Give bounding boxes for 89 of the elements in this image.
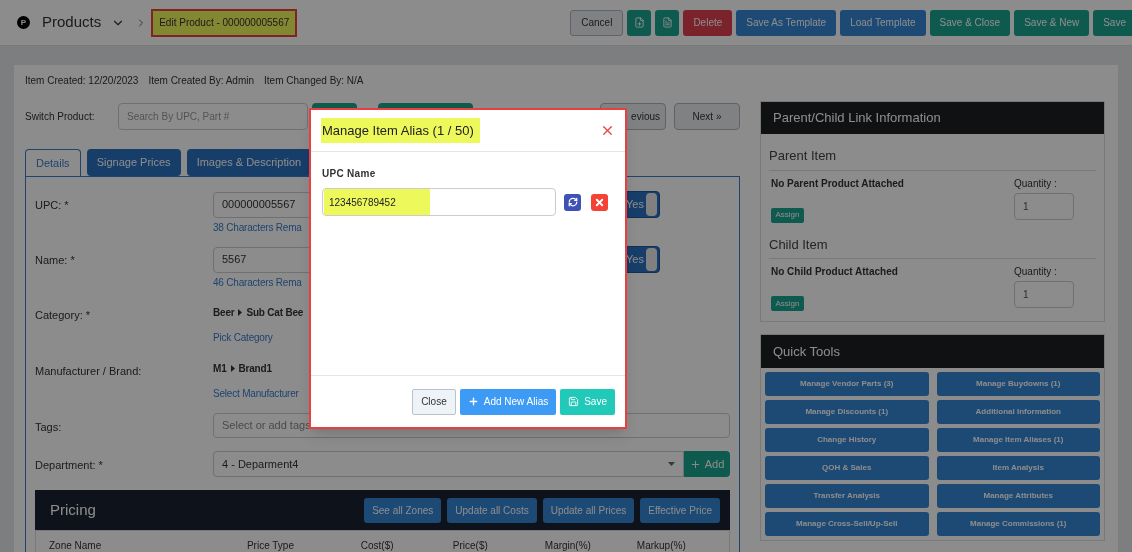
quick-tool-button[interactable]: Manage Buydowns (1) xyxy=(936,372,1100,396)
upc-name-field[interactable]: 123456789452 xyxy=(322,188,556,216)
quick-tool-button[interactable]: Change History xyxy=(765,428,929,452)
quick-tool-button[interactable]: Manage Item Aliases (1) xyxy=(936,428,1100,452)
pricing-button[interactable]: Effective Price xyxy=(640,497,720,523)
quick-tool-button[interactable]: Item Analysis xyxy=(936,456,1100,480)
tab[interactable]: Images & Description xyxy=(186,149,312,176)
quick-tool-button[interactable]: Manage Attributes xyxy=(936,484,1100,508)
action-button[interactable]: Delete xyxy=(683,9,733,36)
action-button[interactable]: Save & Close xyxy=(929,9,1011,36)
quick-tool-button[interactable]: Manage Discounts (1) xyxy=(765,400,929,424)
field-label: Category: * xyxy=(35,308,92,323)
section-title: Parent Item xyxy=(769,134,1096,171)
column-header: Markup(%) xyxy=(636,538,687,552)
path-part: Sub Cat Bee xyxy=(246,306,304,320)
logo: P xyxy=(17,16,30,29)
action-button[interactable]: Save xyxy=(1093,9,1132,36)
quick-tool-button[interactable]: Additional Information xyxy=(936,400,1100,424)
caret-right-icon xyxy=(230,365,235,372)
pricing-button[interactable]: Update all Costs xyxy=(447,497,537,523)
characters-remaining-hint: 38 Characters Rema xyxy=(213,221,303,235)
column-header: Price Type xyxy=(246,538,295,552)
panel-header: Quick Tools xyxy=(761,335,1104,368)
action-button[interactable]: Load Template xyxy=(840,9,926,36)
quick-tool-button[interactable]: Transfer Analysis xyxy=(765,484,929,508)
quick-tool-button[interactable]: Manage Vendor Parts (3) xyxy=(765,372,929,396)
path-part: Brand1 xyxy=(238,362,272,376)
save-button[interactable]: Save xyxy=(560,388,615,415)
item-meta: Item Changed By: N/A xyxy=(264,74,364,88)
pricing-header: Pricing See all Zones Update all Costs Update all Prices Effective Price xyxy=(35,490,730,530)
field-label: Switch Product: xyxy=(25,110,96,124)
field-label: Department: * xyxy=(35,458,104,473)
tab[interactable]: Details xyxy=(25,149,81,176)
quick-tool-button[interactable]: Manage Commissions (1) xyxy=(936,512,1100,536)
caret-right-icon xyxy=(238,309,243,316)
breadcrumb: Edit Product - 000000005567 xyxy=(151,8,298,37)
column-header: Cost($) xyxy=(360,538,395,552)
link[interactable]: Select Manufacturer xyxy=(213,386,299,401)
action-button[interactable]: Cancel xyxy=(570,9,624,36)
quick-tool-button[interactable]: Manage Cross-Sell/Up-Sell xyxy=(765,512,929,536)
refresh-button[interactable] xyxy=(564,193,581,211)
quick-tool-button[interactable]: QOH & Sales xyxy=(765,456,929,480)
item-meta: Item Created By: Admin xyxy=(148,74,255,88)
field-label: UPC Name xyxy=(322,167,377,181)
modal-title: Manage Item Alias (1 / 50) xyxy=(321,117,480,144)
field-label: UPC: * xyxy=(35,198,70,213)
section-title: Child Item xyxy=(769,222,1096,259)
refresh-icon xyxy=(567,197,578,207)
field-label: Manufacturer / Brand: xyxy=(35,364,143,379)
field-label: Name: * xyxy=(35,253,76,268)
tab[interactable]: Signage Prices xyxy=(86,149,181,176)
path-part: M1 xyxy=(213,362,227,376)
file-icon xyxy=(661,17,673,28)
empty-message: No Child Product Attached xyxy=(771,265,898,279)
quantity-label: Quantity : xyxy=(1014,265,1058,279)
pricing-button[interactable]: Update all Prices xyxy=(542,497,635,523)
section-title[interactable]: Products xyxy=(42,11,102,34)
column-header: Price($) xyxy=(452,538,489,552)
quantity-label: Quantity : xyxy=(1014,176,1058,191)
assign-button[interactable]: Assign xyxy=(771,207,804,223)
assign-button[interactable]: Assign xyxy=(771,296,804,311)
link[interactable]: Pick Category xyxy=(213,330,304,345)
quantity-field[interactable]: 1 xyxy=(1014,281,1074,308)
empty-message: No Parent Product Attached xyxy=(771,176,904,191)
item-meta: Item Created: 12/20/2023 xyxy=(25,74,139,88)
department-select[interactable]: 4 - Deparment4 xyxy=(213,451,684,477)
characters-remaining-hint: 46 Characters Rema xyxy=(213,276,303,290)
document-button[interactable] xyxy=(627,9,652,36)
add-alias-button[interactable]: Add New Alias xyxy=(459,388,557,415)
close-icon xyxy=(594,196,605,208)
action-button[interactable]: Save & New xyxy=(1014,9,1090,36)
panel-header: Parent/Child Link Information xyxy=(761,102,1104,134)
delete-button[interactable] xyxy=(591,193,608,211)
add-button[interactable]: Add xyxy=(684,451,730,477)
close-button[interactable]: Close xyxy=(412,388,456,415)
pricing-button[interactable]: See all Zones xyxy=(364,497,442,523)
next-button[interactable]: Next » xyxy=(674,103,740,130)
quantity-field[interactable]: 1 xyxy=(1014,192,1074,220)
field-label: Tags: xyxy=(35,420,63,435)
plus-icon xyxy=(689,458,701,470)
column-header: Zone Name xyxy=(49,538,103,552)
document-button[interactable] xyxy=(655,9,680,36)
path-part: Beer xyxy=(213,306,235,320)
file-plus-icon xyxy=(633,17,645,28)
close-icon[interactable] xyxy=(600,123,615,138)
dropdown-caret-icon xyxy=(668,462,675,466)
column-header: Margin(%) xyxy=(544,538,592,552)
plus-icon xyxy=(467,396,479,407)
action-button[interactable]: Save As Template xyxy=(736,9,837,36)
